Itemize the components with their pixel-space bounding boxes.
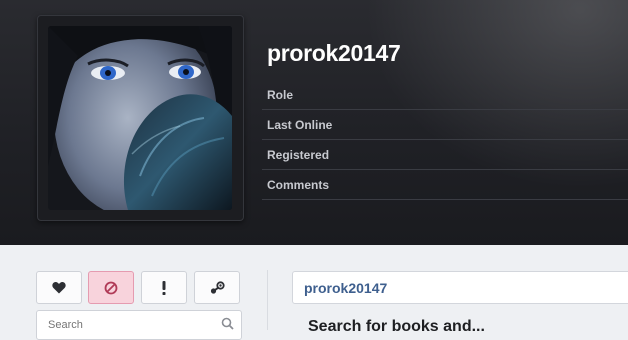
info-label-registered: Registered bbox=[267, 148, 330, 162]
info-row-last-online: Last Online bbox=[262, 110, 628, 140]
content-username-link[interactable]: prorok20147 bbox=[304, 280, 387, 296]
steam-button[interactable] bbox=[194, 271, 240, 304]
report-button[interactable] bbox=[141, 271, 187, 304]
steam-icon bbox=[210, 280, 225, 294]
avatar[interactable] bbox=[48, 26, 232, 210]
content-name-bar: prorok20147 bbox=[292, 271, 628, 304]
exclamation-icon bbox=[162, 280, 166, 295]
ban-button[interactable] bbox=[88, 271, 134, 304]
heart-icon bbox=[52, 282, 66, 294]
info-row-comments: Comments bbox=[262, 170, 628, 200]
avatar-frame bbox=[37, 15, 244, 221]
ban-icon bbox=[104, 281, 118, 294]
info-row-registered: Registered bbox=[262, 140, 628, 170]
profile-info-list: Role Last Online Registered Comments bbox=[262, 80, 628, 200]
like-button[interactable] bbox=[36, 271, 82, 304]
info-label-role: Role bbox=[267, 88, 294, 102]
info-label-comments: Comments bbox=[267, 178, 330, 192]
search-icon[interactable] bbox=[221, 317, 234, 330]
info-row-role: Role bbox=[262, 80, 628, 110]
column-divider bbox=[267, 270, 268, 330]
content-heading: Search for books and... bbox=[308, 318, 485, 335]
profile-header: prorok20147 Role Last Online Registered … bbox=[0, 0, 628, 245]
search-input[interactable] bbox=[46, 311, 220, 339]
profile-username: prorok20147 bbox=[267, 40, 401, 66]
info-label-last-online: Last Online bbox=[267, 118, 333, 132]
profile-search-box bbox=[36, 310, 242, 340]
